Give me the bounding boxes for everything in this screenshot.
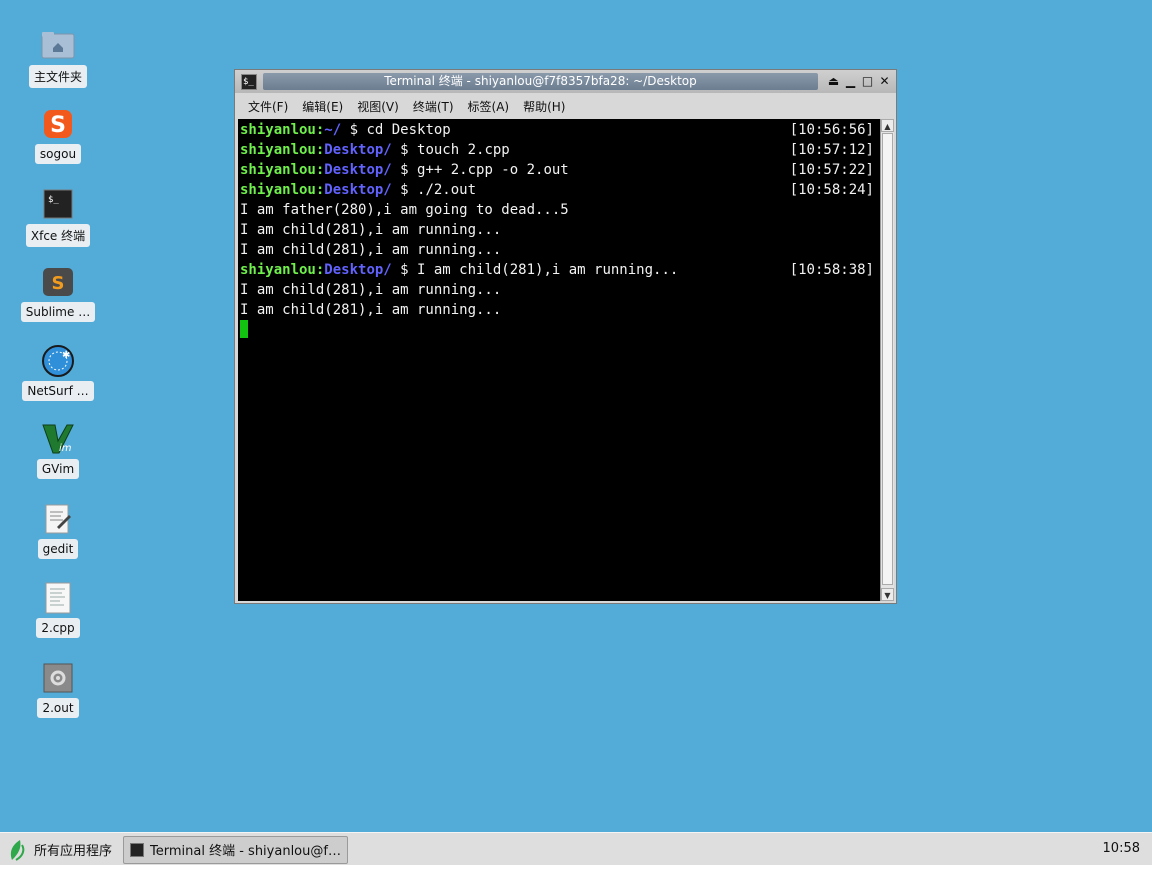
desktop-icon-2-cpp[interactable]: 2.cpp [18,581,98,638]
clock: 10:58 [1102,841,1140,856]
desktop-icon-label: Sublime … [20,302,96,322]
svg-text:S: S [52,273,65,294]
terminal-window: $_ Terminal 终端 - shiyanlou@f7f8357bfa28:… [234,69,897,604]
prompt-user: shiyanlou [240,142,316,158]
command-text: $ ./2.out [391,182,477,198]
prompt-user: shiyanlou [240,162,316,178]
scroll-up-icon[interactable]: ▲ [881,119,894,132]
shade-icon[interactable]: ⏏ [826,74,841,89]
terminal-line: shiyanlou:Desktop/ $ g++ 2.cpp -o 2.out[… [240,160,876,180]
terminal-line: I am father(280),i am going to dead...5 [240,200,876,220]
prompt-path: Desktop/ [324,162,392,178]
prompt-path: Desktop/ [324,262,392,278]
desktop-icon-gvim[interactable]: im GVim [18,422,98,479]
menu-tabs[interactable]: 标签(A) [468,98,510,115]
output-text: I am child(281),i am running... [240,302,502,318]
timestamp: [10:58:24] [789,182,874,198]
command-text: $ g++ 2.cpp -o 2.out [391,162,569,178]
taskbar: 所有应用程序 Terminal 终端 - shiyanlou@f… 10:58 [0,832,1152,866]
sogou-icon: S [41,107,75,141]
desktop-icon-sogou[interactable]: S sogou [18,107,98,164]
menubar: 文件(F) 编辑(E) 视图(V) 终端(T) 标签(A) 帮助(H) [235,94,896,118]
svg-text:✱: ✱ [62,350,70,361]
terminal-icon: $_ [41,187,75,221]
desktop: 主文件夹 S sogou $_ Xfce 终端 S Sublime … ✱ Ne… [0,0,1152,832]
window-title: Terminal 终端 - shiyanlou@f7f8357bfa28: ~/… [263,73,818,90]
netsurf-icon: ✱ [41,344,75,378]
terminal-line: I am child(281),i am running... [240,280,876,300]
minimize-icon[interactable]: ▁ [843,74,858,89]
scroll-down-icon[interactable]: ▼ [881,588,894,601]
output-text: I am child(281),i am running... [240,242,502,258]
timestamp: [10:57:22] [789,162,874,178]
scrollbar-thumb[interactable] [882,133,893,585]
desktop-icon-netsurf[interactable]: ✱ NetSurf … [18,344,98,401]
terminal-icon: $_ [241,73,257,90]
terminal-line: I am child(281),i am running... [240,220,876,240]
desktop-icon-label: 主文件夹 [28,65,87,88]
maximize-icon[interactable]: □ [860,74,875,89]
svg-text:im: im [59,443,72,454]
desktop-icon-label: Xfce 终端 [25,224,91,247]
desktop-icon-gedit[interactable]: gedit [18,502,98,559]
terminal-line: I am child(281),i am running... [240,240,876,260]
terminal-cursor [240,320,248,338]
applications-menu-button[interactable]: 所有应用程序 [8,836,112,864]
terminal-line: I am child(281),i am running... [240,300,876,320]
terminal-line: shiyanlou:~/ $ cd Desktop [10:56:56] [240,120,876,140]
menu-terminal[interactable]: 终端(T) [413,98,454,115]
desktop-icon-sublime[interactable]: S Sublime … [18,265,98,322]
text-file-icon [41,581,75,615]
desktop-icon-label: 2.out [37,698,79,718]
prompt-path: Desktop/ [324,182,392,198]
command-text: $ I am child(281),i am running... [391,262,679,278]
desktop-icon-xfce-terminal[interactable]: $_ Xfce 终端 [18,187,98,247]
timestamp: [10:58:38] [789,262,874,278]
home-folder-icon [41,28,75,62]
output-text: I am child(281),i am running... [240,222,502,238]
terminal-line: shiyanlou:Desktop/ $ I am child(281),i a… [240,260,876,280]
close-icon[interactable]: ✕ [877,74,892,89]
terminal-icon [130,842,145,857]
desktop-icon-2-out[interactable]: 2.out [18,661,98,718]
output-text: I am father(280),i am going to dead...5 [240,202,569,218]
gvim-icon: im [41,422,75,456]
terminal-output[interactable]: shiyanlou:~/ $ cd Desktop [10:56:56] shiya… [238,119,880,601]
desktop-icon-label: sogou [34,144,82,164]
prompt-path: ~/ [324,122,342,138]
prompt-user: shiyanlou [240,122,316,138]
timestamp: [10:57:12] [789,142,874,158]
terminal-line: shiyanlou:Desktop/ $ touch 2.cpp [10:57:1… [240,140,876,160]
taskbar-task-terminal[interactable]: Terminal 终端 - shiyanlou@f… [123,835,348,864]
terminal-scrollbar[interactable]: ▲ ▼ [880,119,894,601]
sublime-icon: S [41,265,75,299]
terminal-line: shiyanlou:Desktop/ $ ./2.out [10:58:24] [240,180,876,200]
menu-file[interactable]: 文件(F) [248,98,288,115]
desktop-icon-label: 2.cpp [36,618,80,638]
below-taskbar-area [0,865,1152,896]
menu-help[interactable]: 帮助(H) [523,98,565,115]
prompt-user: shiyanlou [240,262,316,278]
menu-edit[interactable]: 编辑(E) [302,98,343,115]
executable-icon [41,661,75,695]
menu-view[interactable]: 视图(V) [357,98,399,115]
desktop-icon-label: NetSurf … [22,381,94,401]
task-label: Terminal 终端 - shiyanlou@f… [150,844,341,859]
app-menu-label: 所有应用程序 [34,844,113,859]
window-titlebar[interactable]: $_ Terminal 终端 - shiyanlou@f7f8357bfa28:… [235,70,896,93]
output-text: I am child(281),i am running... [240,282,502,298]
svg-text:S: S [50,113,66,138]
gedit-icon [41,502,75,536]
timestamp: [10:56:56] [789,122,874,138]
command-text: $ touch 2.cpp [391,142,510,158]
desktop-icon-label: GVim [36,459,80,479]
desktop-icon-home-folder[interactable]: 主文件夹 [18,28,98,88]
prompt-user: shiyanlou [240,182,316,198]
prompt-path: Desktop/ [324,142,392,158]
command-text: $ cd Desktop [341,122,451,138]
desktop-icon-label: gedit [37,539,79,559]
svg-text:$_: $_ [48,195,59,205]
app-menu-leaf-icon [10,839,25,861]
